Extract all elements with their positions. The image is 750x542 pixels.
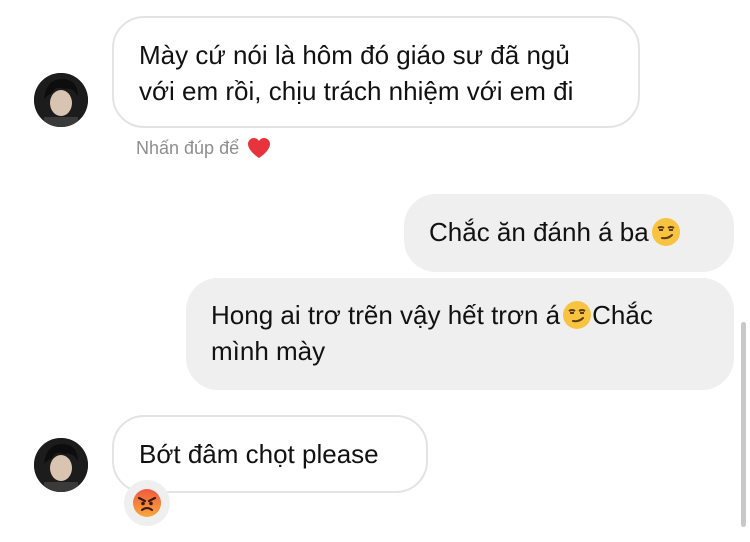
message-text: Chắc ăn đánh á ba — [429, 217, 649, 247]
avatar-photo-icon — [34, 73, 88, 127]
scrollbar-thumb[interactable] — [741, 322, 746, 527]
message-text-line: với em rồi, chịu trách nhiệm với em đi — [139, 76, 574, 106]
message-reaction[interactable] — [124, 480, 170, 526]
incoming-message-bubble[interactable]: Bớt đâm chọt please — [112, 415, 428, 493]
double-tap-hint-text: Nhấn đúp để — [136, 137, 240, 158]
incoming-message-bubble[interactable]: Mày cứ nói là hôm đó giáo sư đã ngủ với … — [112, 16, 640, 128]
message-text: Chắc — [592, 300, 653, 330]
sender-avatar[interactable] — [34, 73, 88, 127]
smirking-face-emoji-icon — [651, 217, 681, 247]
message-text-line: Mày cứ nói là hôm đó giáo sư đã ngủ — [139, 40, 570, 70]
message-text-line: mình mày — [211, 336, 326, 366]
smirking-face-emoji-icon — [562, 300, 592, 330]
outgoing-message-bubble[interactable]: Chắc ăn đánh á ba — [404, 194, 734, 272]
sender-avatar[interactable] — [34, 438, 88, 492]
message-text: Bớt đâm chọt please — [139, 439, 379, 469]
angry-face-emoji-icon — [133, 489, 161, 517]
message-text-line: Hong ai trơ trẽn vậy hết trơn á Chắc — [211, 297, 734, 333]
outgoing-message-bubble[interactable]: Hong ai trơ trẽn vậy hết trơn á Chắc mìn… — [186, 278, 734, 390]
avatar-photo-icon — [34, 438, 88, 492]
double-tap-hint: Nhấn đúp để — [136, 137, 271, 159]
message-text: Hong ai trơ trẽn vậy hết trơn á — [211, 300, 561, 330]
red-heart-icon[interactable] — [247, 137, 271, 159]
